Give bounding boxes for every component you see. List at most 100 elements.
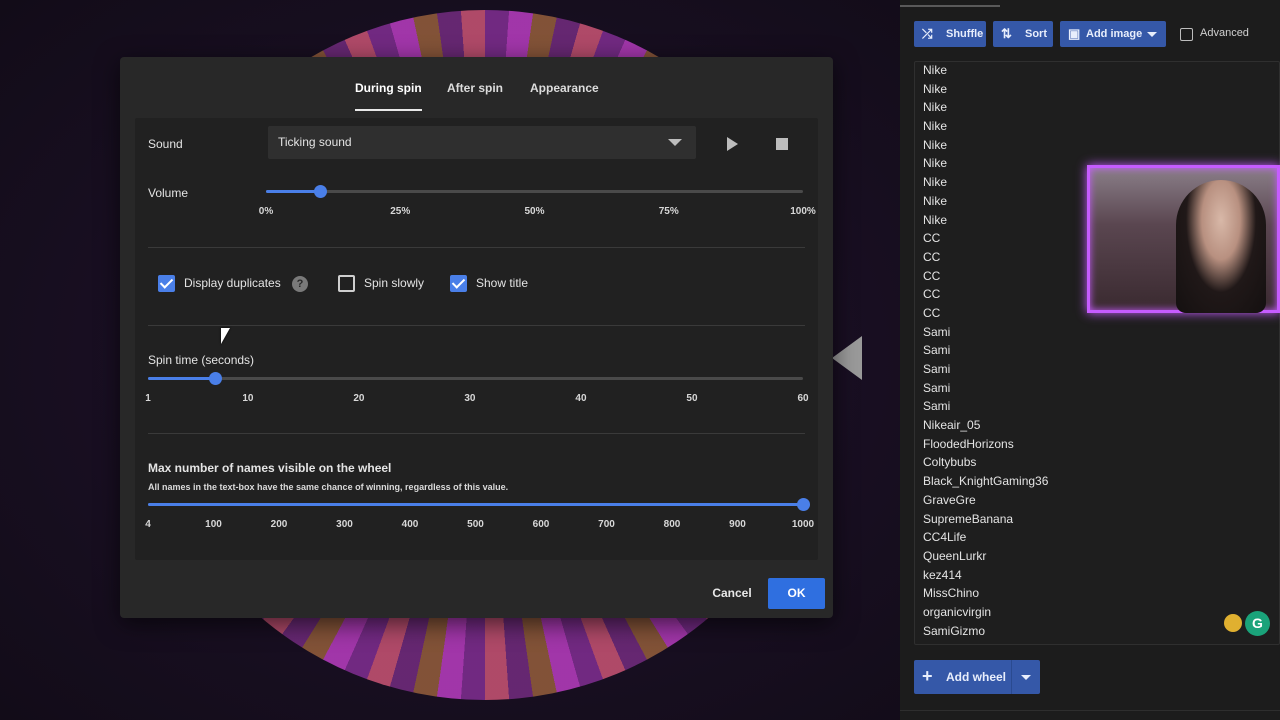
add-wheel-button[interactable]: + Add wheel <box>914 660 1040 694</box>
slider-tick-label: 200 <box>270 519 288 530</box>
names-textbox[interactable]: Nike Nike Nike Nike Nike Nike Nike Nike Nike CC CC… <box>914 61 1280 645</box>
slider-tick-label: 100 <box>205 519 222 530</box>
sort-icon: ⇅ <box>1001 26 1012 41</box>
slider-tick-label: 40 <box>575 393 587 404</box>
image-icon: ▣ <box>1068 26 1081 41</box>
streamer-image <box>1176 180 1266 313</box>
spin-time-slider-thumb[interactable] <box>208 372 222 385</box>
name-entry: Sami <box>923 343 951 358</box>
slider-tick-label: 300 <box>336 519 353 530</box>
name-entry: FloodedHorizons <box>923 436 1014 451</box>
chevron-down-icon[interactable] <box>1021 675 1031 680</box>
max-names-slider-thumb[interactable] <box>797 498 810 511</box>
name-entry: Nike <box>923 63 948 77</box>
name-entry: GraveGre <box>923 492 976 507</box>
slider-tick-label: 4 <box>145 519 151 530</box>
grammarly-icon[interactable]: G <box>1245 611 1270 636</box>
volume-slider-thumb[interactable] <box>313 185 327 198</box>
slider-tick-label: 1 <box>145 393 151 404</box>
add-image-label: Add image <box>1086 28 1143 40</box>
tab-appearance[interactable]: Appearance <box>530 81 599 109</box>
ok-button[interactable]: OK <box>768 578 825 609</box>
help-icon[interactable]: ? <box>292 276 308 292</box>
name-entry: Nikeair_05 <box>923 418 981 433</box>
max-names-slider[interactable] <box>148 498 810 511</box>
shuffle-icon: ⤮ <box>922 26 933 41</box>
show-title-checkbox[interactable] <box>450 275 467 292</box>
display-duplicates-label: Display duplicates <box>184 276 281 290</box>
divider <box>900 710 1280 711</box>
spin-slowly-checkbox[interactable] <box>338 275 355 292</box>
name-entry: Sami <box>923 399 951 414</box>
volume-label: Volume <box>148 186 189 200</box>
slider-tick-label: 0% <box>258 206 274 217</box>
chevron-down-icon <box>668 139 682 146</box>
name-entry: Sami <box>923 380 951 395</box>
mouse-cursor-icon <box>221 328 230 344</box>
slider-tick-label: 700 <box>598 519 615 530</box>
slider-tick-label: 20 <box>353 393 365 404</box>
stop-sound-button[interactable] <box>770 132 794 156</box>
advanced-label: Advanced <box>1200 27 1249 39</box>
tab-indicator <box>900 5 1000 7</box>
divider <box>1011 660 1012 694</box>
name-entry: Nike <box>923 175 948 190</box>
slider-tick-label: 75% <box>658 206 679 217</box>
slider-tick-label: 50% <box>524 206 545 217</box>
slider-tick-label: 1000 <box>791 519 815 530</box>
name-entry: Black_KnightGaming36 <box>923 474 1049 489</box>
slider-tick-label: 400 <box>401 519 419 530</box>
name-entry: Nike <box>923 119 948 134</box>
name-entry: CC4Life <box>923 530 967 545</box>
during-spin-panel: Sound Ticking sound Volume 0% 25% 50% 75% 10… <box>135 118 818 560</box>
name-entry: CC <box>923 268 941 283</box>
sort-button[interactable]: ⇅ Sort <box>993 21 1053 47</box>
slider-tick-label: 900 <box>729 519 746 530</box>
emoji-icon[interactable] <box>1224 614 1242 632</box>
max-names-description: All names in the text-box have the same … <box>148 482 509 492</box>
max-names-label: Max number of names visible on the wheel <box>148 461 392 475</box>
entries-panel: ⤮ Shuffle ⇅ Sort ▣ Add image Advanced Ni… <box>900 0 1280 720</box>
chevron-down-icon <box>1147 32 1157 37</box>
name-entry: Nike <box>923 100 948 115</box>
tab-during-spin[interactable]: During spin <box>355 81 422 111</box>
slider-tick-label: 30 <box>464 393 476 404</box>
name-entry: CC <box>923 287 941 302</box>
slider-tick-label: 50 <box>686 393 698 404</box>
name-entry: Coltybubs <box>923 455 977 470</box>
slider-tick-label: 25% <box>390 206 411 217</box>
advanced-checkbox[interactable] <box>1180 28 1193 41</box>
name-entry: Sami <box>923 362 951 376</box>
max-names-slider-fill <box>148 503 803 506</box>
sound-select[interactable]: Ticking sound <box>268 126 696 159</box>
slider-tick-label: 60 <box>797 393 809 404</box>
slider-tick-label: 600 <box>532 519 550 530</box>
add-image-button[interactable]: ▣ Add image <box>1060 21 1166 47</box>
name-entry: Nike <box>923 193 948 208</box>
name-entry: SamiGizmo <box>923 623 986 638</box>
sound-label: Sound <box>148 137 183 151</box>
spin-time-slider[interactable] <box>148 372 803 385</box>
play-sound-button[interactable] <box>720 132 744 156</box>
name-entry: CC <box>923 231 941 246</box>
display-duplicates-checkbox[interactable] <box>158 275 175 292</box>
name-entry: QueenLurkr <box>923 548 987 563</box>
play-icon <box>727 137 738 151</box>
slider-tick-label: 500 <box>467 519 484 530</box>
sound-select-value: Ticking sound <box>278 135 352 149</box>
volume-slider[interactable] <box>266 185 803 198</box>
add-wheel-label: Add wheel <box>946 670 1007 684</box>
names-list: Nike Nike Nike Nike Nike Nike Nike Nike Nike CC CC… <box>923 62 1049 640</box>
spin-time-slider-fill <box>148 377 215 380</box>
cancel-button[interactable]: Cancel <box>700 578 764 608</box>
wheel-pointer-icon <box>832 336 862 380</box>
name-entry: MissChino <box>923 586 980 601</box>
spin-slowly-label: Spin slowly <box>364 276 425 290</box>
spin-time-label: Spin time (seconds) <box>148 353 255 367</box>
sort-label: Sort <box>1025 28 1047 40</box>
shuffle-button[interactable]: ⤮ Shuffle <box>914 21 986 47</box>
name-entry: CC <box>923 249 941 264</box>
tab-after-spin[interactable]: After spin <box>447 81 503 109</box>
name-entry: CC <box>923 305 941 320</box>
name-entry: kez414 <box>923 567 962 582</box>
